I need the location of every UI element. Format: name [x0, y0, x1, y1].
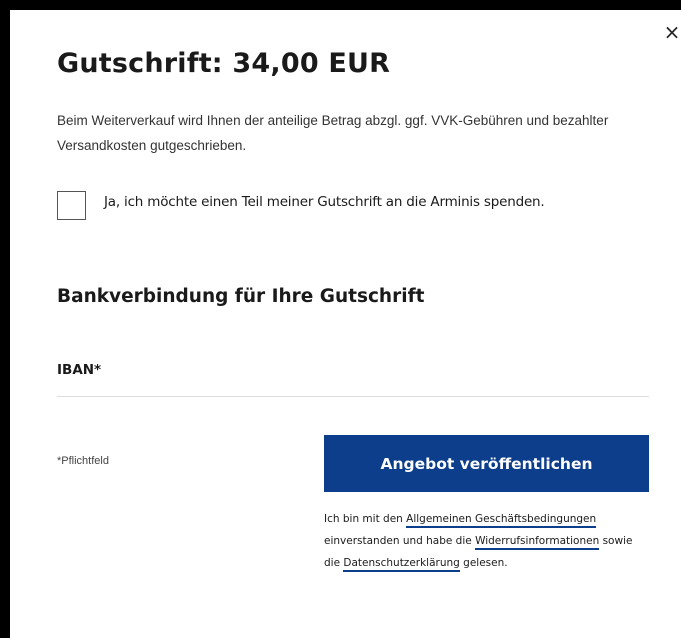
privacy-link[interactable]: Datenschutzerklärung: [343, 557, 460, 572]
required-field-note: *Pflichtfeld: [57, 455, 109, 467]
bank-section-heading: Bankverbindung für Ihre Gutschrift: [57, 286, 425, 307]
terms-prefix: Ich bin mit den: [324, 513, 407, 525]
donation-checkbox-label[interactable]: Ja, ich möchte einen Teil meiner Gutschr…: [104, 194, 545, 210]
credit-modal: × Gutschrift: 34,00 EUR Beim Weiterverka…: [10, 10, 681, 638]
terms-middle: einverstanden und habe die: [324, 535, 476, 547]
agb-link[interactable]: Allgemeinen Geschäftsbedingungen: [406, 513, 597, 528]
donation-checkbox[interactable]: [57, 191, 86, 220]
terms-text: Ich bin mit den Allgemeinen Geschäftsbed…: [324, 508, 644, 574]
close-icon[interactable]: ×: [663, 20, 681, 44]
widerruf-link[interactable]: Widerrufsinformationen: [475, 535, 600, 550]
publish-offer-button[interactable]: Angebot veröffentlichen: [324, 435, 649, 492]
terms-suffix: gelesen.: [459, 557, 508, 569]
credit-description: Beim Weiterverkauf wird Ihnen der anteil…: [57, 113, 609, 153]
iban-input[interactable]: [57, 380, 649, 397]
modal-title: Gutschrift: 34,00 EUR: [57, 48, 391, 79]
iban-label: IBAN*: [57, 362, 102, 378]
